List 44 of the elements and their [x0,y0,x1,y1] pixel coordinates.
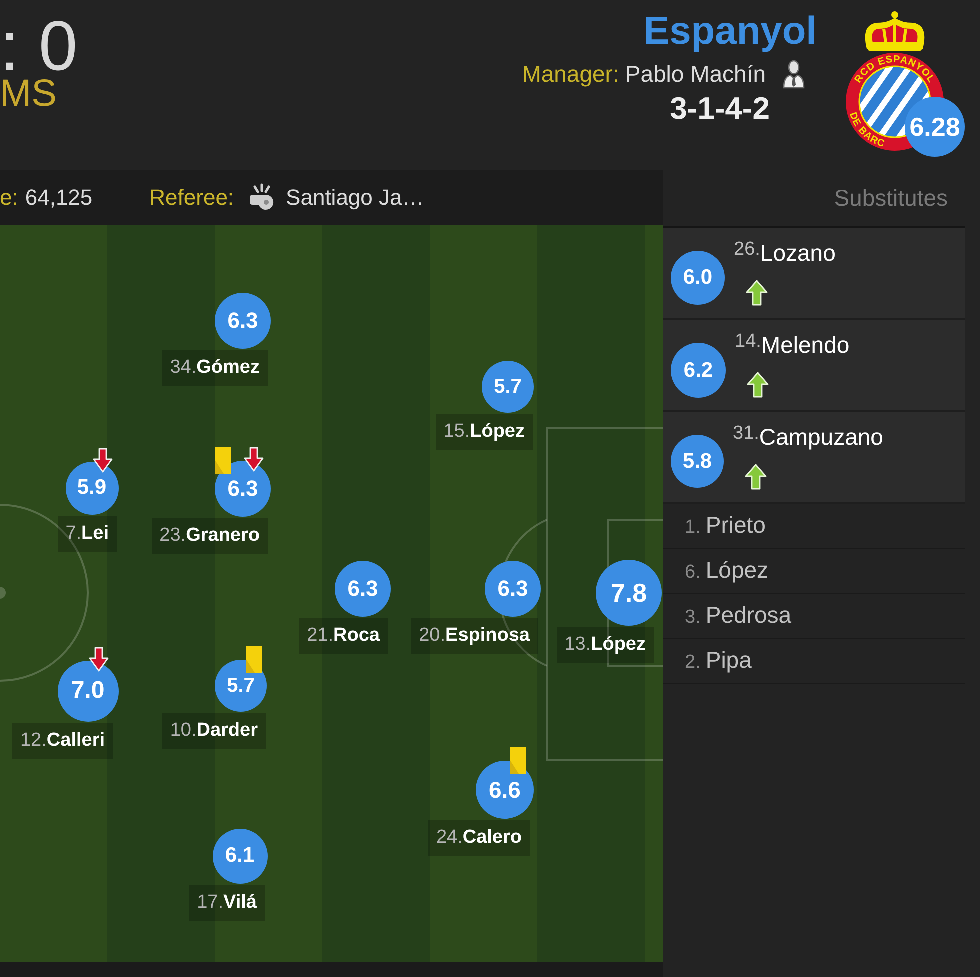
person-icon [782,59,806,89]
rating-badge: 7.8 [596,560,662,626]
average-rating-badge: 6.28 [905,97,965,157]
rating-badge: 7.0 [58,660,118,722]
rating-badge: 5.7 [215,660,267,712]
substitute-name: 6. López [685,556,769,585]
substitute-name: 1. Prieto [685,510,766,540]
rating-badge: 6.3 [215,461,271,517]
rating-badge: 5.7 [482,361,534,413]
rating-badge: 6.3 [215,293,271,349]
substitutes-heading: Substitutes [834,184,948,212]
rating-badge: 6.3 [335,561,391,617]
substitute-name: $^{14.}$Melendo [735,330,850,359]
manager-label: Manager: [522,60,620,89]
rating-badge: 6.3 [485,561,541,617]
rating-badge: 6.6 [476,761,534,819]
rating-badge: 6.0 [671,251,725,305]
attendance-value: 64,125 [25,184,93,210]
player-name-label: 23.Granero [152,518,268,554]
rating-badge: 5.8 [671,435,724,488]
player-name-label: 24.Calero [428,820,530,856]
player-name-label: 15.López [436,414,533,450]
team-formation: 3-1-4-2 [670,92,770,126]
player-name-label: 7.Lei [58,516,117,552]
referee-label: Referee: [150,184,234,210]
rating-badge: 6.2 [671,343,726,398]
player-name-label: 13.López [556,627,654,663]
referee-name: Santiago Ja… [286,184,424,210]
rating-badge: 5.9 [66,462,118,514]
substitute-name: 2. Pipa [685,646,752,675]
player-name-label: 20.Espinosa [411,618,538,654]
player-name-label: 12.Calleri [12,723,113,759]
player-name-label: 21.Roca [299,618,388,654]
player-name-label: 10.Darder [162,713,266,749]
whistle-icon [248,182,276,212]
attendance-label: e: [0,184,18,210]
team-name: Espanyol [644,10,817,54]
player-name-label: 17.Vilá [189,885,265,921]
substitute-name: $^{31.}$Campuzano [733,422,884,451]
rating-badge: 6.1 [212,828,268,884]
manager-name: Pablo Machín [625,60,766,89]
substitute-name: $^{26.}$Lozano [734,238,836,267]
substitute-name: 3. Pedrosa [685,600,792,630]
player-name-label: 34.Gómez [162,350,268,386]
